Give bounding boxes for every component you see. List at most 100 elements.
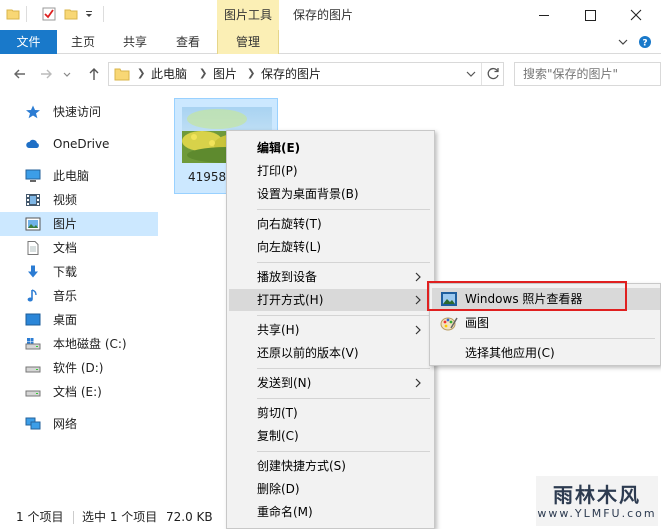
video-icon xyxy=(26,194,40,206)
breadcrumb-separator[interactable]: ❯ xyxy=(247,63,255,85)
menu-item-rotate-right[interactable]: 向右旋转(T) xyxy=(229,213,432,235)
refresh-icon[interactable] xyxy=(485,66,501,82)
menu-item-rename[interactable]: 重命名(M) xyxy=(229,501,432,523)
sidebar-item-label: 音乐 xyxy=(53,289,78,303)
up-arrow-icon[interactable] xyxy=(86,66,102,82)
sidebar-item-label: 文档 (E:) xyxy=(53,385,102,399)
menu-item-label: 剪切(T) xyxy=(257,406,298,420)
menu-item-label: 打开方式(H) xyxy=(257,293,324,307)
forward-arrow-icon[interactable] xyxy=(38,66,54,82)
tab-share[interactable]: 共享 xyxy=(114,30,156,54)
sidebar-item-quick-access[interactable]: 快速访问 xyxy=(0,100,158,124)
sidebar-item-videos[interactable]: 视频 xyxy=(0,188,158,212)
sidebar-item-documents[interactable]: 文档 xyxy=(0,236,158,260)
menu-item-open-with[interactable]: 打开方式(H) xyxy=(229,289,432,311)
watermark-logo: 雨林木风 www.YLMFU.com xyxy=(536,476,658,526)
sidebar-item-label: 视频 xyxy=(53,193,78,207)
sidebar-item-drive-c[interactable]: 本地磁盘 (C:) xyxy=(0,332,158,356)
folder-icon xyxy=(114,68,130,81)
sidebar-item-onedrive[interactable]: OneDrive xyxy=(0,132,158,156)
sidebar-item-label: 软件 (D:) xyxy=(53,361,104,375)
menu-item-cast-to-device[interactable]: 播放到设备 xyxy=(229,266,432,288)
paint-icon xyxy=(440,317,458,331)
window-title: 保存的图片 xyxy=(293,8,354,22)
computer-icon xyxy=(25,169,41,182)
sidebar-item-label: 网络 xyxy=(53,417,78,431)
search-input[interactable] xyxy=(515,63,660,85)
breadcrumb-saved-pictures[interactable]: 保存的图片 xyxy=(261,63,321,85)
menu-item-print[interactable]: 打印(P) xyxy=(229,160,432,182)
sidebar-item-label: 图片 xyxy=(53,217,78,231)
menu-item-send-to[interactable]: 发送到(N) xyxy=(229,372,432,394)
menu-separator xyxy=(257,209,430,210)
watermark-url: www.YLMFU.com xyxy=(537,507,657,520)
menu-item-share[interactable]: 共享(H) xyxy=(229,319,432,341)
minimize-icon[interactable] xyxy=(521,0,567,30)
sidebar-item-desktop[interactable]: 桌面 xyxy=(0,308,158,332)
tab-manage[interactable]: 管理 xyxy=(217,30,279,54)
sidebar-item-music[interactable]: 音乐 xyxy=(0,284,158,308)
submenu-item-label: 画图 xyxy=(465,316,490,330)
sidebar-item-label: 本地磁盘 (C:) xyxy=(53,337,127,351)
menu-item-copy[interactable]: 复制(C) xyxy=(229,425,432,447)
close-icon[interactable] xyxy=(613,0,659,30)
file-name: 41958 xyxy=(188,170,227,184)
menu-item-rotate-left[interactable]: 向左旋转(L) xyxy=(229,236,432,258)
item-count: 1 个项目 xyxy=(16,510,64,524)
chevron-right-icon xyxy=(415,378,421,388)
address-history-dropdown-icon[interactable] xyxy=(464,66,478,82)
address-bar[interactable]: ❯ 此电脑 ❯ 图片 ❯ 保存的图片 xyxy=(108,62,504,86)
folder-icon[interactable] xyxy=(6,7,20,21)
sidebar-item-pictures[interactable]: 图片 xyxy=(0,212,158,236)
menu-item-create-shortcut[interactable]: 创建快捷方式(S) xyxy=(229,455,432,477)
pictures-icon xyxy=(25,217,41,231)
menu-separator xyxy=(257,398,430,399)
menu-item-label: 发送到(N) xyxy=(257,376,312,390)
menu-item-label: 重命名(M) xyxy=(257,505,313,519)
submenu-item-choose-another-app[interactable]: 选择其他应用(C) xyxy=(432,342,660,364)
maximize-icon[interactable] xyxy=(567,0,613,30)
chevron-right-icon xyxy=(415,325,421,335)
search-box[interactable] xyxy=(514,62,661,86)
menu-item-label: 向左旋转(L) xyxy=(257,240,322,254)
menu-separator xyxy=(460,338,655,339)
sidebar-item-drive-e[interactable]: 文档 (E:) xyxy=(0,380,158,404)
documents-icon xyxy=(27,241,39,255)
menu-item-restore-previous-versions[interactable]: 还原以前的版本(V) xyxy=(229,342,432,364)
sidebar-item-label: 此电脑 xyxy=(53,169,90,183)
breadcrumb-pictures[interactable]: 图片 xyxy=(213,63,237,85)
svg-text:?: ? xyxy=(642,39,647,49)
menu-item-label: 编辑(E) xyxy=(257,141,301,155)
menu-item-set-desktop-background[interactable]: 设置为桌面背景(B) xyxy=(229,183,432,205)
tab-home[interactable]: 主页 xyxy=(62,30,104,54)
tab-file[interactable]: 文件 xyxy=(0,30,57,54)
music-icon xyxy=(27,289,37,302)
customize-quick-access-icon[interactable] xyxy=(84,7,94,21)
breadcrumb-this-pc[interactable]: 此电脑 xyxy=(151,63,187,85)
properties-check-icon[interactable] xyxy=(42,7,56,21)
menu-item-label: 创建快捷方式(S) xyxy=(257,459,346,473)
sidebar-item-label: OneDrive xyxy=(53,137,110,151)
sidebar-item-this-pc[interactable]: 此电脑 xyxy=(0,164,158,188)
star-icon xyxy=(26,105,40,119)
breadcrumb-separator[interactable]: ❯ xyxy=(199,63,207,85)
download-icon xyxy=(28,265,38,278)
menu-item-edit[interactable]: 编辑(E) xyxy=(229,137,432,159)
picture-tools-header: 图片工具 xyxy=(217,0,279,30)
expand-ribbon-icon[interactable]: ? xyxy=(615,34,655,50)
menu-item-cut[interactable]: 剪切(T) xyxy=(229,402,432,424)
back-arrow-icon[interactable] xyxy=(12,66,28,82)
title-bar: 图片工具 保存的图片 xyxy=(0,0,661,30)
sidebar-item-downloads[interactable]: 下载 xyxy=(0,260,158,284)
breadcrumb-separator[interactable]: ❯ xyxy=(137,63,145,85)
menu-item-delete[interactable]: 删除(D) xyxy=(229,478,432,500)
menu-item-label: 设置为桌面背景(B) xyxy=(257,187,359,201)
context-menu: 编辑(E) 打印(P) 设置为桌面背景(B) 向右旋转(T) 向左旋转(L) 播… xyxy=(226,130,435,529)
sidebar-item-network[interactable]: 网络 xyxy=(0,412,158,436)
tab-view[interactable]: 查看 xyxy=(167,30,209,54)
sidebar-item-drive-d[interactable]: 软件 (D:) xyxy=(0,356,158,380)
menu-item-label: 共享(H) xyxy=(257,323,300,337)
submenu-item-paint[interactable]: 画图 xyxy=(432,312,660,334)
new-folder-icon[interactable] xyxy=(64,7,78,21)
recent-locations-icon[interactable] xyxy=(62,66,72,82)
